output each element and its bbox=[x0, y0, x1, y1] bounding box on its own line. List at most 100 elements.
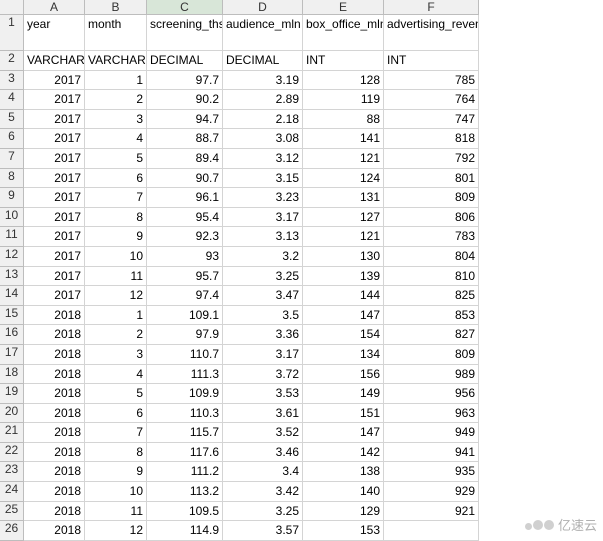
type-cell-F[interactable]: INT bbox=[384, 51, 479, 71]
data-cell[interactable]: 2017 bbox=[24, 129, 85, 149]
data-cell[interactable]: 785 bbox=[384, 71, 479, 91]
col-header-A[interactable]: A bbox=[24, 0, 85, 15]
col-header-C[interactable]: C bbox=[147, 0, 223, 15]
type-cell-C[interactable]: DECIMAL bbox=[147, 51, 223, 71]
data-cell[interactable]: 151 bbox=[303, 404, 384, 424]
data-cell[interactable]: 2018 bbox=[24, 306, 85, 326]
data-cell[interactable]: 119 bbox=[303, 90, 384, 110]
row-header-20[interactable]: 20 bbox=[0, 404, 24, 424]
data-cell[interactable]: 801 bbox=[384, 169, 479, 189]
data-cell[interactable]: 109.1 bbox=[147, 306, 223, 326]
row-header-14[interactable]: 14 bbox=[0, 286, 24, 306]
data-cell[interactable]: 134 bbox=[303, 345, 384, 365]
data-cell[interactable]: 2017 bbox=[24, 286, 85, 306]
row-header-22[interactable]: 22 bbox=[0, 443, 24, 463]
data-cell[interactable]: 113.2 bbox=[147, 482, 223, 502]
data-cell[interactable]: 154 bbox=[303, 325, 384, 345]
data-cell[interactable]: 2018 bbox=[24, 462, 85, 482]
data-cell[interactable]: 110.3 bbox=[147, 404, 223, 424]
col-header-E[interactable]: E bbox=[303, 0, 384, 15]
row-header-12[interactable]: 12 bbox=[0, 247, 24, 267]
data-cell[interactable]: 115.7 bbox=[147, 423, 223, 443]
data-cell[interactable]: 124 bbox=[303, 169, 384, 189]
data-cell[interactable]: 2018 bbox=[24, 384, 85, 404]
row-header-9[interactable]: 9 bbox=[0, 188, 24, 208]
type-cell-B[interactable]: VARCHAR bbox=[85, 51, 147, 71]
header-cell-E[interactable]: box_office_mln bbox=[303, 15, 384, 51]
col-header-F[interactable]: F bbox=[384, 0, 479, 15]
data-cell[interactable]: 2018 bbox=[24, 325, 85, 345]
data-cell[interactable]: 142 bbox=[303, 443, 384, 463]
data-cell[interactable]: 3.17 bbox=[223, 208, 303, 228]
type-cell-D[interactable]: DECIMAL bbox=[223, 51, 303, 71]
data-cell[interactable]: 2018 bbox=[24, 482, 85, 502]
data-cell[interactable]: 128 bbox=[303, 71, 384, 91]
data-cell[interactable]: 3.15 bbox=[223, 169, 303, 189]
row-header-4[interactable]: 4 bbox=[0, 90, 24, 110]
data-cell[interactable]: 963 bbox=[384, 404, 479, 424]
data-cell[interactable]: 809 bbox=[384, 345, 479, 365]
data-cell[interactable]: 2017 bbox=[24, 169, 85, 189]
col-header-D[interactable]: D bbox=[223, 0, 303, 15]
data-cell[interactable]: 89.4 bbox=[147, 149, 223, 169]
row-header-11[interactable]: 11 bbox=[0, 227, 24, 247]
row-header-8[interactable]: 8 bbox=[0, 169, 24, 189]
data-cell[interactable]: 129 bbox=[303, 502, 384, 522]
data-cell[interactable]: 109.9 bbox=[147, 384, 223, 404]
header-cell-A[interactable]: year bbox=[24, 15, 85, 51]
header-cell-F[interactable]: advertising_revenue_mln bbox=[384, 15, 479, 51]
data-cell[interactable]: 3.5 bbox=[223, 306, 303, 326]
row-header-16[interactable]: 16 bbox=[0, 325, 24, 345]
row-header-17[interactable]: 17 bbox=[0, 345, 24, 365]
data-cell[interactable]: 6 bbox=[85, 404, 147, 424]
data-cell[interactable]: 2.89 bbox=[223, 90, 303, 110]
data-cell[interactable]: 96.1 bbox=[147, 188, 223, 208]
row-header-2[interactable]: 2 bbox=[0, 51, 24, 71]
row-header-25[interactable]: 25 bbox=[0, 502, 24, 522]
data-cell[interactable]: 8 bbox=[85, 208, 147, 228]
data-cell[interactable]: 941 bbox=[384, 443, 479, 463]
data-cell[interactable]: 2018 bbox=[24, 404, 85, 424]
data-cell[interactable]: 929 bbox=[384, 482, 479, 502]
data-cell[interactable]: 156 bbox=[303, 365, 384, 385]
data-cell[interactable]: 141 bbox=[303, 129, 384, 149]
header-cell-D[interactable]: audience_mln bbox=[223, 15, 303, 51]
data-cell[interactable]: 10 bbox=[85, 482, 147, 502]
data-cell[interactable]: 139 bbox=[303, 267, 384, 287]
data-cell[interactable]: 109.5 bbox=[147, 502, 223, 522]
data-cell[interactable]: 825 bbox=[384, 286, 479, 306]
data-cell[interactable]: 10 bbox=[85, 247, 147, 267]
data-cell[interactable]: 5 bbox=[85, 149, 147, 169]
data-cell[interactable]: 783 bbox=[384, 227, 479, 247]
data-cell[interactable]: 95.4 bbox=[147, 208, 223, 228]
data-cell[interactable]: 810 bbox=[384, 267, 479, 287]
data-cell[interactable]: 7 bbox=[85, 188, 147, 208]
data-cell[interactable]: 818 bbox=[384, 129, 479, 149]
data-cell[interactable]: 2 bbox=[85, 325, 147, 345]
data-cell[interactable]: 2018 bbox=[24, 443, 85, 463]
data-cell[interactable]: 88.7 bbox=[147, 129, 223, 149]
data-cell[interactable]: 2018 bbox=[24, 502, 85, 522]
data-cell[interactable]: 3.42 bbox=[223, 482, 303, 502]
data-cell[interactable]: 2017 bbox=[24, 227, 85, 247]
data-cell[interactable]: 1 bbox=[85, 71, 147, 91]
data-cell[interactable]: 127 bbox=[303, 208, 384, 228]
data-cell[interactable]: 3.12 bbox=[223, 149, 303, 169]
data-cell[interactable]: 3.25 bbox=[223, 267, 303, 287]
row-header-7[interactable]: 7 bbox=[0, 149, 24, 169]
data-cell[interactable]: 8 bbox=[85, 443, 147, 463]
data-cell[interactable]: 3.52 bbox=[223, 423, 303, 443]
data-cell[interactable]: 3.17 bbox=[223, 345, 303, 365]
data-cell[interactable]: 121 bbox=[303, 227, 384, 247]
col-header-B[interactable]: B bbox=[85, 0, 147, 15]
data-cell[interactable]: 9 bbox=[85, 462, 147, 482]
data-cell[interactable]: 3.46 bbox=[223, 443, 303, 463]
data-cell[interactable]: 2017 bbox=[24, 208, 85, 228]
data-cell[interactable]: 827 bbox=[384, 325, 479, 345]
data-cell[interactable]: 11 bbox=[85, 267, 147, 287]
data-cell[interactable]: 94.7 bbox=[147, 110, 223, 130]
data-cell[interactable]: 140 bbox=[303, 482, 384, 502]
data-cell[interactable]: 747 bbox=[384, 110, 479, 130]
type-cell-A[interactable]: VARCHAR bbox=[24, 51, 85, 71]
data-cell[interactable]: 2017 bbox=[24, 90, 85, 110]
